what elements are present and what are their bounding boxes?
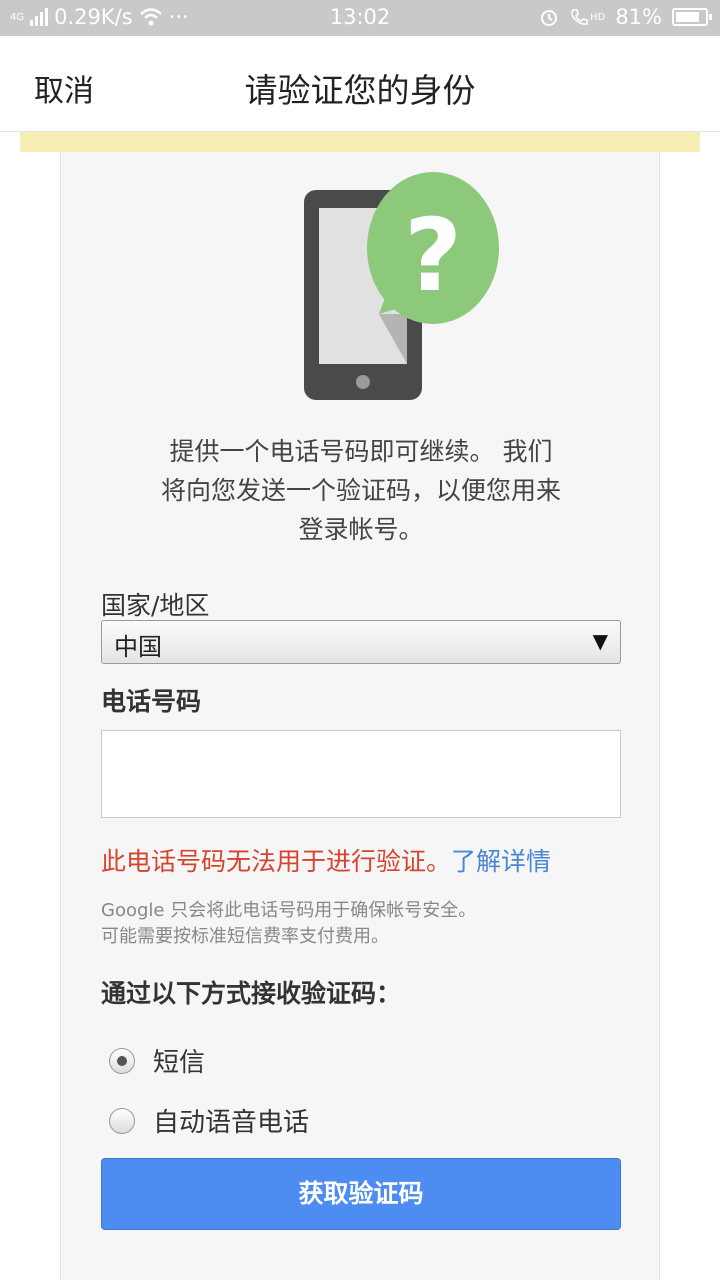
intro-line-1: 提供一个电话号码即可继续。 我们 [169, 437, 553, 466]
country-value: 中国 [114, 633, 162, 661]
note-line-1: Google 只会将此电话号码用于确保帐号安全。 [101, 900, 477, 921]
option-voice-call[interactable]: 自动语音电话 [109, 1102, 309, 1139]
phone-label: 电话号码 [101, 687, 202, 716]
method-title: 通过以下方式接收验证码： [101, 979, 402, 1008]
notice-strip [20, 132, 700, 152]
status-bar: 4G 0.29K/s ··· 13:02 HD 81% [0, 0, 720, 36]
phone-input[interactable] [101, 730, 621, 818]
sms-label: 短信 [153, 1048, 206, 1078]
battery-percent: 81% [615, 5, 662, 29]
voice-call-label: 自动语音电话 [153, 1108, 310, 1138]
battery-fill [676, 12, 699, 22]
intro-line-3: 登录帐号。 [298, 515, 424, 544]
voice-call-radio[interactable] [109, 1107, 135, 1134]
verification-card: ? 提供一个电话号码即可继续。 我们 将向您发送一个验证码，以便您用来 登录帐号… [60, 152, 660, 1280]
sms-radio[interactable] [109, 1047, 135, 1074]
dropdown-arrow-icon: ▼ [592, 629, 608, 653]
error-text: 此电话号码无法用于进行验证。 [101, 847, 452, 876]
get-code-button[interactable]: 获取验证码 [101, 1158, 621, 1230]
learn-more-link[interactable]: 了解详情 [451, 847, 551, 876]
hd-label: HD [590, 11, 606, 23]
note-line-2: 可能需要按标准短信费率支付费用。 [101, 926, 389, 947]
intro-text: 提供一个电话号码即可继续。 我们 将向您发送一个验证码，以便您用来 登录帐号。 [101, 432, 621, 549]
error-message: 此电话号码无法用于进行验证。了解详情 [101, 842, 551, 878]
country-label: 国家/地区 [101, 591, 210, 620]
page-title: 请验证您的身份 [244, 71, 476, 110]
hd-call-icon: HD [569, 7, 605, 27]
phone-question-illustration: ? [304, 172, 499, 400]
alarm-icon [541, 10, 558, 26]
battery-icon [672, 8, 712, 26]
question-mark-icon: ? [404, 197, 462, 314]
nav-bar: 取消 请验证您的身份 [0, 36, 720, 132]
intro-line-2: 将向您发送一个验证码，以便您用来 [160, 476, 561, 505]
country-select[interactable]: 中国 ▼ [101, 620, 621, 664]
privacy-note: Google 只会将此电话号码用于确保帐号安全。 可能需要按标准短信费率支付费用… [101, 898, 476, 950]
option-sms[interactable]: 短信 [109, 1042, 205, 1079]
